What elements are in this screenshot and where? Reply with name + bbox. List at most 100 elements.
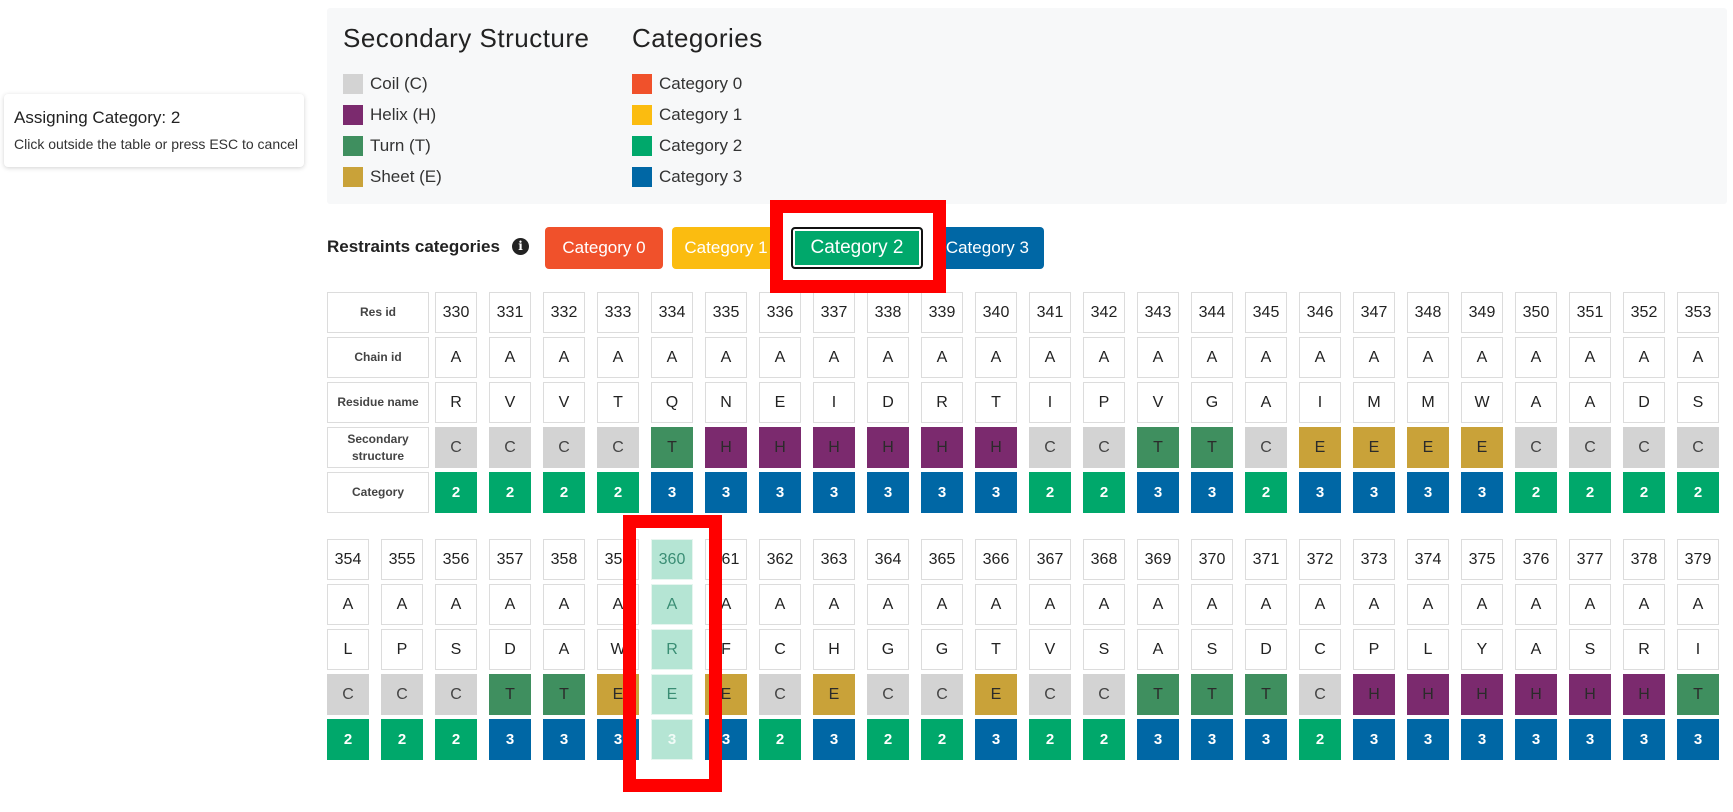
secondary-structure-cell[interactable]: E bbox=[1461, 427, 1503, 468]
category-cell[interactable]: 3 bbox=[921, 472, 963, 513]
category-cell[interactable]: 3 bbox=[975, 719, 1017, 760]
chain-id-cell[interactable]: A bbox=[813, 337, 855, 378]
res-id-cell[interactable]: 350 bbox=[1515, 292, 1557, 333]
residue-name-cell[interactable]: P bbox=[381, 629, 423, 670]
secondary-structure-cell[interactable]: C bbox=[327, 674, 369, 715]
chain-id-cell[interactable]: A bbox=[1353, 584, 1395, 625]
res-id-cell[interactable]: 353 bbox=[1677, 292, 1719, 333]
category-cell[interactable]: 2 bbox=[1299, 719, 1341, 760]
secondary-structure-cell[interactable]: C bbox=[1515, 427, 1557, 468]
chain-id-cell[interactable]: A bbox=[1137, 584, 1179, 625]
secondary-structure-cell[interactable]: E bbox=[1407, 427, 1449, 468]
secondary-structure-cell[interactable]: E bbox=[651, 674, 693, 715]
secondary-structure-cell[interactable]: H bbox=[867, 427, 909, 468]
category-cell[interactable]: 2 bbox=[489, 472, 531, 513]
secondary-structure-cell[interactable]: C bbox=[1083, 674, 1125, 715]
chain-id-cell[interactable]: A bbox=[1191, 337, 1233, 378]
chain-id-cell[interactable]: A bbox=[1029, 584, 1071, 625]
chain-id-cell[interactable]: A bbox=[867, 337, 909, 378]
secondary-structure-cell[interactable]: C bbox=[759, 674, 801, 715]
residue-name-cell[interactable]: V bbox=[543, 382, 585, 423]
category-cell[interactable]: 2 bbox=[543, 472, 585, 513]
res-id-cell[interactable]: 357 bbox=[489, 539, 531, 580]
category-cell[interactable]: 3 bbox=[1191, 472, 1233, 513]
residue-name-cell[interactable]: G bbox=[867, 629, 909, 670]
secondary-structure-cell[interactable]: C bbox=[1299, 674, 1341, 715]
secondary-structure-cell[interactable]: C bbox=[489, 427, 531, 468]
secondary-structure-cell[interactable]: T bbox=[1137, 427, 1179, 468]
residue-name-cell[interactable]: A bbox=[1569, 382, 1611, 423]
chain-id-cell[interactable]: A bbox=[867, 584, 909, 625]
res-id-cell[interactable]: 351 bbox=[1569, 292, 1611, 333]
residue-name-cell[interactable]: P bbox=[1353, 629, 1395, 670]
secondary-structure-cell[interactable]: T bbox=[1191, 674, 1233, 715]
secondary-structure-cell[interactable]: T bbox=[543, 674, 585, 715]
res-id-cell[interactable]: 346 bbox=[1299, 292, 1341, 333]
secondary-structure-cell[interactable]: C bbox=[921, 674, 963, 715]
chain-id-cell[interactable]: A bbox=[813, 584, 855, 625]
chain-id-cell[interactable]: A bbox=[705, 337, 747, 378]
residue-name-cell[interactable]: T bbox=[597, 382, 639, 423]
res-id-cell[interactable]: 377 bbox=[1569, 539, 1611, 580]
res-id-cell[interactable]: 372 bbox=[1299, 539, 1341, 580]
res-id-cell[interactable]: 332 bbox=[543, 292, 585, 333]
chain-id-cell[interactable]: A bbox=[921, 337, 963, 378]
chain-id-cell[interactable]: A bbox=[489, 337, 531, 378]
category-cell[interactable]: 2 bbox=[1083, 472, 1125, 513]
secondary-structure-cell[interactable]: H bbox=[1569, 674, 1611, 715]
residue-name-cell[interactable]: V bbox=[489, 382, 531, 423]
res-id-cell[interactable]: 364 bbox=[867, 539, 909, 580]
residue-name-cell[interactable]: A bbox=[1137, 629, 1179, 670]
secondary-structure-cell[interactable]: C bbox=[435, 427, 477, 468]
secondary-structure-cell[interactable]: E bbox=[975, 674, 1017, 715]
res-id-cell[interactable]: 352 bbox=[1623, 292, 1665, 333]
chain-id-cell[interactable]: A bbox=[921, 584, 963, 625]
residue-name-cell[interactable]: S bbox=[1083, 629, 1125, 670]
chain-id-cell[interactable]: A bbox=[1191, 584, 1233, 625]
residue-name-cell[interactable]: D bbox=[1623, 382, 1665, 423]
category-2-button[interactable]: Category 2 bbox=[791, 227, 923, 269]
residue-name-cell[interactable]: F bbox=[705, 629, 747, 670]
category-cell[interactable]: 2 bbox=[381, 719, 423, 760]
chain-id-cell[interactable]: A bbox=[1407, 337, 1449, 378]
category-cell[interactable]: 3 bbox=[543, 719, 585, 760]
res-id-cell[interactable]: 347 bbox=[1353, 292, 1395, 333]
chain-id-cell[interactable]: A bbox=[1461, 584, 1503, 625]
chain-id-cell[interactable]: A bbox=[543, 337, 585, 378]
secondary-structure-cell[interactable]: H bbox=[759, 427, 801, 468]
chain-id-cell[interactable]: A bbox=[597, 584, 639, 625]
category-cell[interactable]: 3 bbox=[1677, 719, 1719, 760]
category-cell[interactable]: 3 bbox=[1407, 472, 1449, 513]
category-cell[interactable]: 2 bbox=[921, 719, 963, 760]
category-cell[interactable]: 2 bbox=[1515, 472, 1557, 513]
residue-name-cell[interactable]: Y bbox=[1461, 629, 1503, 670]
residue-name-cell[interactable]: D bbox=[867, 382, 909, 423]
chain-id-cell[interactable]: A bbox=[1461, 337, 1503, 378]
category-cell[interactable]: 3 bbox=[1623, 719, 1665, 760]
category-cell[interactable]: 2 bbox=[1569, 472, 1611, 513]
category-cell[interactable]: 3 bbox=[813, 472, 855, 513]
res-id-cell[interactable]: 367 bbox=[1029, 539, 1071, 580]
res-id-cell[interactable]: 342 bbox=[1083, 292, 1125, 333]
res-id-cell[interactable]: 354 bbox=[327, 539, 369, 580]
category-cell[interactable]: 3 bbox=[1569, 719, 1611, 760]
category-cell[interactable]: 3 bbox=[705, 472, 747, 513]
residue-name-cell[interactable]: I bbox=[1677, 629, 1719, 670]
category-0-button[interactable]: Category 0 bbox=[545, 227, 663, 269]
chain-id-cell[interactable]: A bbox=[759, 584, 801, 625]
residue-name-cell[interactable]: S bbox=[1569, 629, 1611, 670]
residue-name-cell[interactable]: S bbox=[1191, 629, 1233, 670]
res-id-cell[interactable]: 335 bbox=[705, 292, 747, 333]
category-cell[interactable]: 3 bbox=[1299, 472, 1341, 513]
category-cell[interactable]: 3 bbox=[813, 719, 855, 760]
chain-id-cell[interactable]: A bbox=[597, 337, 639, 378]
residue-name-cell[interactable]: A bbox=[1245, 382, 1287, 423]
residue-name-cell[interactable]: V bbox=[1029, 629, 1071, 670]
category-3-button[interactable]: Category 3 bbox=[940, 227, 1044, 269]
chain-id-cell[interactable]: A bbox=[1407, 584, 1449, 625]
secondary-structure-cell[interactable]: T bbox=[1245, 674, 1287, 715]
residue-name-cell[interactable]: C bbox=[759, 629, 801, 670]
res-id-cell[interactable]: 365 bbox=[921, 539, 963, 580]
res-id-cell[interactable]: 334 bbox=[651, 292, 693, 333]
secondary-structure-cell[interactable]: T bbox=[1677, 674, 1719, 715]
